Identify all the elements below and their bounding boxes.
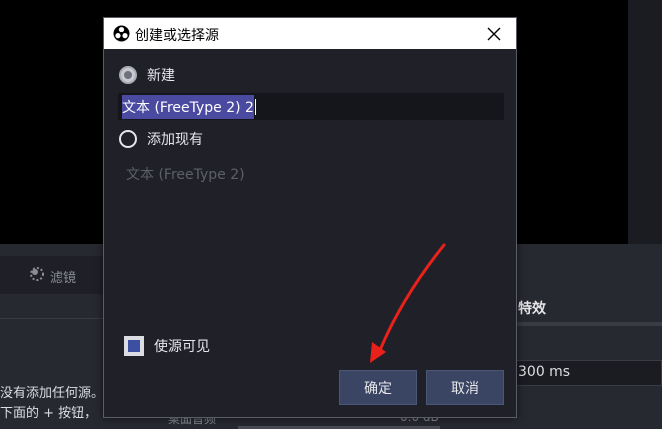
radio-create-new-label: 新建	[147, 68, 175, 84]
close-icon	[487, 27, 501, 40]
radio-checked-icon	[119, 66, 137, 84]
dialog-title: 创建或选择源	[135, 28, 219, 44]
hint-line-1: 没有添加任何源。	[0, 386, 105, 401]
sources-empty-hint: 没有添加任何源。 下面的 + 按钮，	[0, 384, 104, 424]
duration-value: 300 ms	[518, 364, 571, 380]
make-source-visible-label: 使源可见	[154, 339, 210, 355]
radio-unchecked-icon	[119, 130, 137, 148]
make-source-visible-checkbox[interactable]: 使源可见	[124, 336, 210, 356]
cancel-button[interactable]: 取消	[426, 370, 504, 405]
filters-tab[interactable]: 滤镜	[28, 265, 76, 287]
radio-add-existing[interactable]: 添加现有	[119, 129, 203, 149]
radio-create-new[interactable]: 新建	[119, 65, 175, 85]
radio-add-existing-label: 添加现有	[147, 132, 203, 148]
filters-icon	[28, 265, 46, 287]
dock-divider	[0, 318, 110, 319]
source-name-value: 文本 (FreeType 2) 2	[122, 94, 254, 119]
dialog-titlebar: 创建或选择源	[104, 18, 516, 49]
filters-tab-label: 滤镜	[50, 270, 77, 286]
existing-sources-list: 文本 (FreeType 2)	[126, 164, 245, 184]
transitions-header-line	[516, 322, 662, 326]
ok-button[interactable]: 确定	[339, 370, 417, 405]
create-select-source-dialog: 创建或选择源 新建 文本 (FreeType 2) 2 添加现有 文本 (Fre…	[103, 17, 517, 418]
hint-line-2: 下面的 + 按钮，	[0, 406, 98, 421]
text-caret	[254, 98, 256, 115]
obs-logo-icon	[113, 25, 130, 42]
close-button[interactable]	[472, 18, 516, 49]
checkbox-checked-icon	[124, 336, 144, 356]
existing-source-item: 文本 (FreeType 2)	[126, 167, 245, 183]
source-name-input[interactable]: 文本 (FreeType 2) 2	[118, 93, 504, 120]
transitions-title: 特效	[518, 301, 546, 317]
preview-side-strip	[628, 0, 662, 244]
